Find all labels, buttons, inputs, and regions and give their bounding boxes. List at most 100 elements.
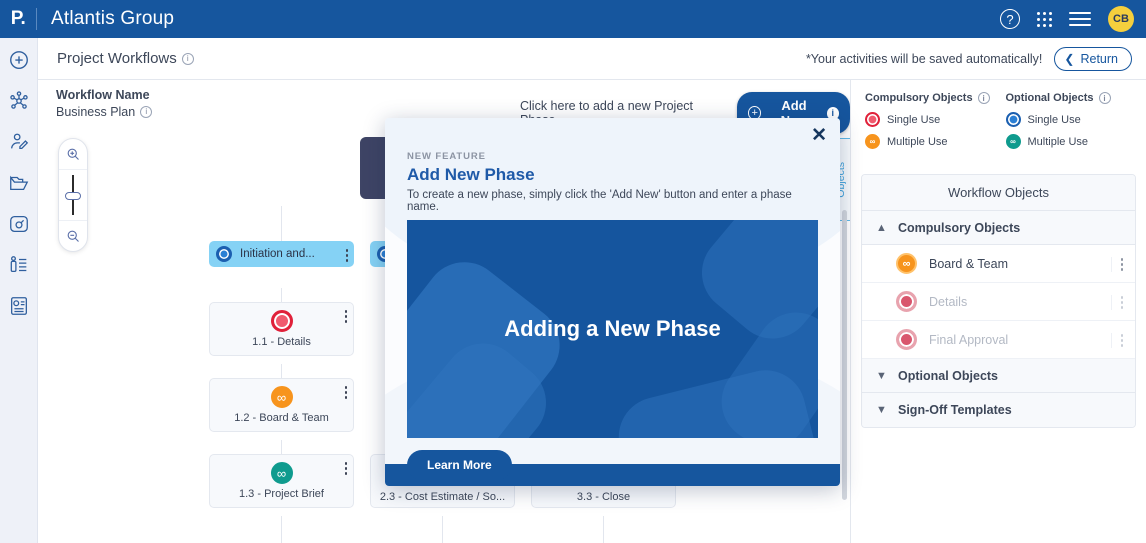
legend-row: Single Use [865, 112, 1006, 127]
user-edit-icon[interactable] [7, 130, 31, 154]
connector [442, 516, 443, 543]
help-circle-icon[interactable]: ? [1000, 9, 1020, 29]
hamburger-menu-icon[interactable] [1069, 12, 1091, 26]
workflow-name-value: Business Plan i [56, 105, 153, 119]
top-bar-actions: ? CB [1000, 6, 1146, 32]
logo-letter: P. [10, 8, 26, 29]
app-root: P. Atlantis Group ? CB Project Workflows… [0, 0, 1146, 543]
legend-optional: Optional Objects i Single Use ∞ Multiple … [1005, 92, 1146, 156]
legend-label: Single Use [887, 113, 941, 126]
product-logo[interactable]: P. [0, 0, 36, 38]
compulsory-multiple-icon: ∞ [896, 253, 917, 274]
object-card-label: 1.1 - Details [252, 336, 311, 348]
workflow-object-item[interactable]: Final Approval [862, 321, 1135, 359]
workflow-object-menu-icon[interactable] [1110, 333, 1123, 348]
legend-optional-title-text: Optional Objects [1005, 92, 1094, 104]
object-card-menu-icon[interactable] [344, 462, 347, 475]
legend-label: Multiple Use [887, 135, 948, 148]
modal-title: Add New Phase [407, 165, 535, 184]
legend-row: ∞ Multiple Use [1005, 134, 1146, 149]
object-card-label: 1.3 - Project Brief [239, 488, 324, 500]
object-card[interactable]: ∞ 1.3 - Project Brief [209, 454, 354, 508]
info-icon[interactable]: i [977, 92, 990, 104]
chevron-down-icon: ▼ [876, 404, 887, 416]
workflow-object-item[interactable]: ∞ Board & Team [862, 245, 1135, 283]
avatar[interactable]: CB [1108, 6, 1134, 32]
group-label: Compulsory Objects [898, 220, 1021, 235]
left-nav-rail [0, 38, 38, 543]
workflow-object-item[interactable]: Details [862, 283, 1135, 321]
object-card[interactable]: ∞ 1.2 - Board & Team [209, 378, 354, 432]
phase-card[interactable]: Initiation and... [209, 241, 354, 267]
app-grid-icon[interactable] [1037, 11, 1052, 27]
legend-row: Single Use [1005, 112, 1146, 127]
new-feature-modal: ✕ NEW FEATURE Add New Phase To create a … [385, 118, 840, 486]
object-card-menu-icon[interactable] [344, 310, 347, 323]
connector [281, 516, 282, 543]
group-label: Sign-Off Templates [898, 403, 1012, 417]
chevron-up-icon: ▲ [876, 221, 887, 234]
group-sign-off-templates[interactable]: ▼ Sign-Off Templates [862, 393, 1135, 427]
legend-row: ∞ Multiple Use [865, 134, 1006, 149]
optional-single-icon [1005, 112, 1021, 127]
compulsory-single-icon [270, 310, 293, 332]
modal-illustration: Adding a New Phase [407, 220, 818, 438]
modal-body: NEW FEATURE Add New Phase To create a ne… [385, 118, 840, 480]
workflow-objects-panel: Workflow Objects ▲ Compulsory Objects ∞ … [861, 174, 1136, 428]
legend-compulsory-title: Compulsory Objects i [865, 92, 1006, 104]
zoom-slider[interactable] [59, 169, 87, 221]
phase-card-menu-icon[interactable] [345, 249, 348, 262]
zoom-out-button[interactable] [59, 221, 87, 251]
info-icon[interactable]: i [1098, 92, 1111, 104]
compulsory-single-icon [896, 291, 917, 312]
chevron-down-icon: ▼ [876, 369, 887, 382]
workflow-object-label: Details [929, 294, 968, 309]
optional-multiple-icon: ∞ [1005, 134, 1021, 149]
legend-optional-title: Optional Objects i [1006, 92, 1146, 104]
legend-compulsory-title-text: Compulsory Objects [865, 92, 973, 104]
modal-kicker: NEW FEATURE [407, 151, 486, 162]
person-checklist-icon[interactable] [7, 253, 31, 277]
organization-title: Atlantis Group [51, 8, 175, 29]
legend-label: Single Use [1027, 113, 1081, 126]
zoom-in-button[interactable] [59, 139, 87, 169]
workflow-object-menu-icon[interactable] [1110, 257, 1123, 272]
connector [603, 516, 604, 543]
zoom-control [58, 138, 88, 252]
compulsory-single-icon [896, 329, 917, 350]
modal-illustration-caption: Adding a New Phase [504, 316, 721, 341]
compulsory-multiple-icon: ∞ [270, 386, 293, 408]
object-card[interactable]: 1.1 - Details [209, 302, 354, 356]
learn-more-button[interactable]: Learn More [407, 450, 512, 480]
group-compulsory-objects[interactable]: ▲ Compulsory Objects [862, 211, 1135, 245]
workflow-name-label: Workflow Name [56, 88, 150, 102]
page-title-text: Project Workflows [57, 50, 177, 67]
object-type-legend: Compulsory Objects i Single Use ∞ Multipl… [851, 80, 1146, 164]
compulsory-multiple-icon: ∞ [865, 134, 880, 149]
legend-label: Multiple Use [1027, 135, 1089, 148]
phase-card-label: Initiation and... [240, 248, 315, 260]
compulsory-single-icon [865, 112, 880, 127]
object-card-menu-icon[interactable] [344, 386, 347, 399]
workflow-object-menu-icon[interactable] [1110, 295, 1123, 310]
workflow-objects-title: Workflow Objects [862, 175, 1135, 211]
group-optional-objects[interactable]: ▼ Optional Objects [862, 359, 1135, 393]
workflow-name-text: Business Plan [56, 105, 136, 119]
info-icon[interactable]: i [181, 52, 194, 65]
autosave-note: *Your activities will be saved automatic… [805, 51, 1043, 66]
return-button[interactable]: ❮ Return [1054, 46, 1132, 71]
workflow-name-block: Workflow Name Business Plan i [56, 88, 153, 119]
gauge-icon[interactable] [7, 212, 31, 236]
info-icon[interactable]: i [140, 105, 153, 118]
logo-divider [36, 8, 37, 30]
report-icon[interactable] [7, 294, 31, 318]
optional-multiple-icon: ∞ [270, 462, 293, 484]
group-label: Optional Objects [898, 368, 999, 383]
network-icon[interactable] [7, 89, 31, 113]
folder-icon[interactable] [7, 171, 31, 195]
add-icon[interactable] [7, 48, 31, 72]
zoom-slider-handle[interactable] [65, 192, 81, 200]
object-card-label: 3.3 - Close [576, 491, 631, 503]
close-icon[interactable]: ✕ [811, 126, 827, 145]
canvas-vertical-scrollbar[interactable] [842, 210, 847, 500]
